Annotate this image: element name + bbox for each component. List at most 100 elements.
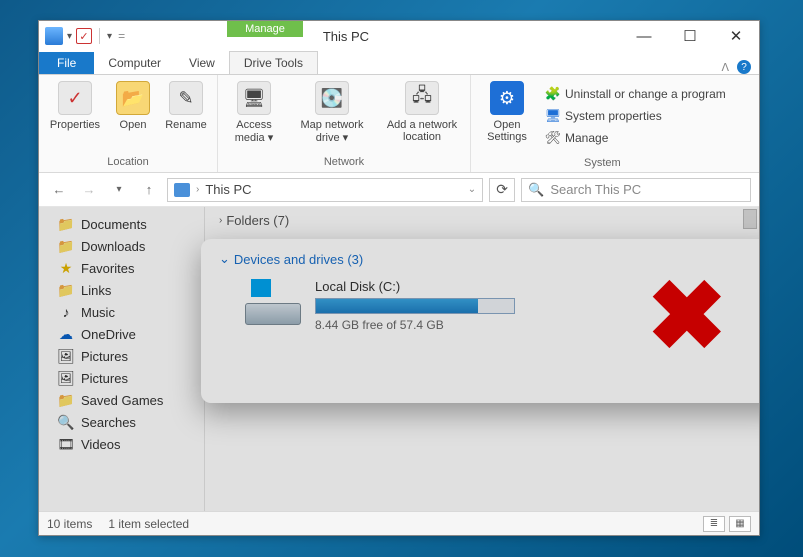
- add-location-icon: 🖧: [405, 81, 439, 115]
- qat-dropdown-1-icon[interactable]: ▾: [67, 31, 72, 42]
- window-title: This PC: [323, 29, 369, 44]
- help-icon[interactable]: ?: [737, 60, 751, 74]
- app-icon: [45, 27, 63, 45]
- search-box[interactable]: 🔍 Search This PC: [521, 178, 751, 202]
- address-bar[interactable]: › This PC ⌄: [167, 178, 483, 202]
- breadcrumb-sep-icon: ›: [196, 184, 199, 195]
- manage-link[interactable]: 🛠 Manage: [545, 127, 726, 149]
- manage-label: Manage: [565, 131, 608, 145]
- nav-back-button[interactable]: ←: [47, 182, 71, 197]
- drive-icon: [245, 279, 301, 327]
- breadcrumb-dropdown-icon[interactable]: ⌄: [468, 184, 476, 195]
- sidebar-item[interactable]: 🖼 Pictures: [43, 367, 200, 389]
- maximize-button[interactable]: ☐: [667, 21, 713, 51]
- manage-icon: 🛠: [545, 130, 561, 146]
- sidebar-item[interactable]: 🔍Searches: [43, 411, 200, 433]
- tab-view[interactable]: View: [175, 52, 229, 74]
- nav-sidebar: 📁 Documents 📁 Downloads ★ Favorites 📁 Links ♪Mus…: [39, 207, 205, 511]
- sidebar-item[interactable]: 📁 Downloads: [43, 235, 200, 257]
- settings-icon: ⚙: [490, 81, 524, 115]
- ribbon-group-location: ✓ Properties 📂 Open ✎ Rename Location: [39, 75, 218, 172]
- folder-icon: 📁: [57, 216, 75, 232]
- add-network-location-button[interactable]: 🖧 Add a network location: [382, 81, 462, 143]
- status-selected-count: 1 item selected: [108, 517, 189, 531]
- star-icon: ★: [57, 260, 75, 276]
- scrollbar[interactable]: [743, 209, 757, 229]
- sidebar-item[interactable]: 📁 Documents: [43, 213, 200, 235]
- access-media-label: Access media: [235, 119, 272, 144]
- address-row: ← → ▾ ↑ › This PC ⌄ ⟳ 🔍 Search This PC: [39, 173, 759, 207]
- minimize-button[interactable]: —: [621, 21, 667, 51]
- folder-icon: 📁: [57, 238, 75, 254]
- open-settings-button[interactable]: ⚙ Open Settings: [479, 81, 535, 143]
- add-location-label: Add a network location: [382, 119, 462, 143]
- search-icon: 🔍: [528, 182, 544, 198]
- map-drive-label: Map network drive: [301, 119, 364, 144]
- qat-overflow-icon[interactable]: =: [118, 29, 125, 43]
- body: 📁 Documents 📁 Downloads ★ Favorites 📁 Links ♪Mus…: [39, 207, 759, 511]
- ribbon: ✓ Properties 📂 Open ✎ Rename Location 🖥 …: [39, 75, 759, 173]
- view-tiles-button[interactable]: ▦: [729, 516, 751, 532]
- rename-button[interactable]: ✎ Rename: [163, 81, 209, 131]
- sidebar-item[interactable]: ☁OneDrive: [43, 323, 200, 345]
- map-network-drive-button[interactable]: 💽 Map network drive ▾: [292, 81, 372, 144]
- access-media-button[interactable]: 🖥 Access media ▾: [226, 81, 282, 144]
- rename-icon: ✎: [169, 81, 203, 115]
- breadcrumb-this-pc[interactable]: This PC: [205, 182, 251, 197]
- status-item-count: 10 items: [47, 517, 92, 531]
- tab-file[interactable]: File: [39, 52, 94, 74]
- sidebar-item[interactable]: ♪Music: [43, 301, 200, 323]
- refresh-button[interactable]: ⟳: [489, 178, 515, 202]
- nav-recent-dropdown[interactable]: ▾: [107, 184, 131, 195]
- sidebar-item-label: Searches: [81, 415, 136, 430]
- pictures-icon: 🖼: [57, 370, 75, 386]
- sidebar-item-label: Favorites: [81, 261, 134, 276]
- open-label: Open: [120, 119, 147, 131]
- nav-forward-button[interactable]: →: [77, 182, 101, 197]
- uninstall-program-link[interactable]: 🧩 Uninstall or change a program: [545, 83, 726, 105]
- sidebar-item-label: Music: [81, 305, 115, 320]
- system-properties-link[interactable]: 🖥 System properties: [545, 105, 726, 127]
- open-button[interactable]: 📂 Open: [113, 81, 153, 131]
- sidebar-item-label: Links: [81, 283, 111, 298]
- ribbon-group-system-label: System: [471, 155, 734, 173]
- window-controls: — ☐ ✕: [621, 21, 759, 51]
- folder-icon: 📁: [57, 392, 75, 408]
- status-bar: 10 items 1 item selected ≣ ▦: [39, 511, 759, 535]
- tab-computer[interactable]: Computer: [94, 52, 175, 74]
- cloud-icon: ☁: [57, 326, 75, 342]
- sidebar-item[interactable]: 🎞Videos: [43, 433, 200, 455]
- qat-dropdown-2-icon[interactable]: ▾: [107, 31, 112, 42]
- nav-up-button[interactable]: ↑: [137, 182, 161, 197]
- rename-label: Rename: [165, 119, 207, 131]
- sidebar-item[interactable]: ★ Favorites: [43, 257, 200, 279]
- section-folders-label: Folders (7): [226, 213, 289, 228]
- sidebar-item-label: Documents: [81, 217, 147, 232]
- qat-properties-icon[interactable]: ✓: [76, 28, 92, 44]
- properties-button[interactable]: ✓ Properties: [47, 81, 103, 131]
- section-folders[interactable]: › Folders (7): [205, 207, 759, 232]
- sidebar-item[interactable]: 📁Saved Games: [43, 389, 200, 411]
- sidebar-item-label: Pictures: [81, 371, 128, 386]
- tab-drive-tools[interactable]: Drive Tools: [229, 51, 318, 74]
- ribbon-collapse-icon[interactable]: ᐱ: [721, 61, 729, 74]
- drive-name: Local Disk (C:): [315, 279, 515, 294]
- sidebar-item[interactable]: 🖼Pictures: [43, 345, 200, 367]
- sidebar-item[interactable]: 📁 Links: [43, 279, 200, 301]
- system-properties-icon: 🖥: [545, 108, 561, 124]
- properties-icon: ✓: [58, 81, 92, 115]
- view-details-button[interactable]: ≣: [703, 516, 725, 532]
- chevron-right-icon: ›: [219, 215, 222, 226]
- search-placeholder: Search This PC: [550, 182, 641, 197]
- explorer-window: ▾ ✓ ▾ = Manage This PC — ☐ ✕ File Comput…: [38, 20, 760, 536]
- drive-usage-fill: [316, 299, 478, 313]
- uninstall-label: Uninstall or change a program: [565, 87, 726, 101]
- ribbon-group-system: ⚙ Open Settings 🧩 Uninstall or change a …: [471, 75, 734, 172]
- sidebar-item-label: Downloads: [81, 239, 145, 254]
- sidebar-item-label: Pictures: [81, 349, 128, 364]
- system-properties-label: System properties: [565, 109, 662, 123]
- video-icon: 🎞: [57, 436, 75, 452]
- ribbon-group-location-label: Location: [39, 154, 217, 172]
- folder-icon: 📁: [57, 282, 75, 298]
- close-button[interactable]: ✕: [713, 21, 759, 51]
